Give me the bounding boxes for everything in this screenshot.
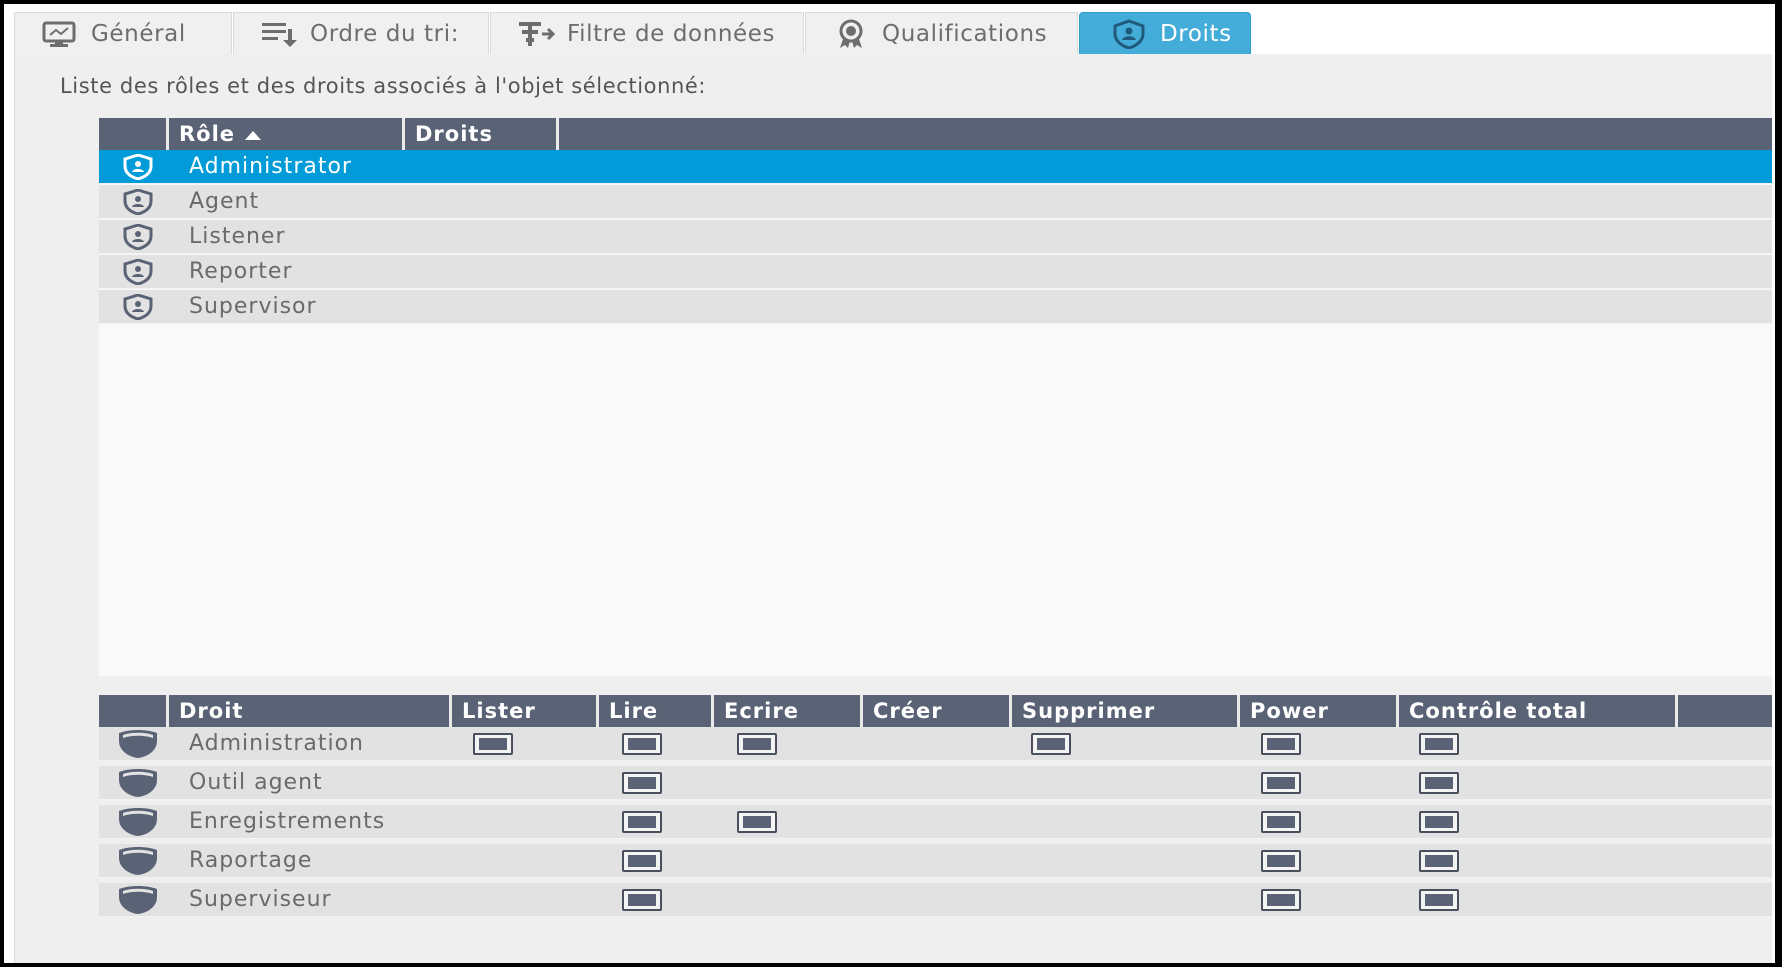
role-name: Agent (189, 189, 260, 214)
column-header-delete[interactable]: Supprimer (1012, 695, 1240, 727)
shield-icon (119, 886, 157, 914)
column-header-list[interactable]: Lister (452, 695, 599, 727)
permission-checkbox-power[interactable] (1261, 889, 1301, 911)
roles-header-icon-column (99, 118, 169, 150)
column-header-list-label: Lister (462, 699, 536, 723)
tab-general-label: Général (91, 20, 186, 47)
column-header-role[interactable]: Rôle (169, 118, 405, 150)
tab-strip: Général Ordre du tri: Filtre de données … (14, 12, 1772, 55)
right-row[interactable]: Enregistrements (99, 805, 1772, 839)
right-name: Enregistrements (189, 809, 386, 834)
permission-checkbox-controle_total[interactable] (1419, 733, 1459, 755)
tab-qualifications-label: Qualifications (882, 20, 1048, 47)
roles-table-header: Rôle Droits (99, 118, 1772, 150)
column-header-role-label: Rôle (179, 122, 236, 146)
right-name: Administration (189, 731, 364, 756)
permission-checkbox-power[interactable] (1261, 772, 1301, 794)
role-name: Supervisor (189, 294, 317, 319)
role-name: Reporter (189, 259, 293, 284)
role-row-reporter[interactable]: Reporter (99, 255, 1772, 289)
column-header-rights[interactable]: Droits (405, 118, 559, 150)
permission-checkbox-controle_total[interactable] (1419, 811, 1459, 833)
permission-checkbox-lister[interactable] (473, 733, 513, 755)
permission-checkbox-power[interactable] (1261, 733, 1301, 755)
column-header-right-label: Droit (179, 699, 244, 723)
sort-ascending-icon (245, 130, 262, 140)
right-row[interactable]: Administration (99, 727, 1772, 761)
monitor-icon (41, 20, 79, 48)
permission-checkbox-lire[interactable] (622, 889, 662, 911)
role-row-administrator[interactable]: Administrator (99, 150, 1772, 184)
permission-checkbox-ecrire[interactable] (737, 733, 777, 755)
permission-checkbox-power[interactable] (1261, 850, 1301, 872)
shield-icon (119, 847, 157, 875)
role-shield-icon (123, 189, 153, 215)
right-row[interactable]: Superviseur (99, 883, 1772, 917)
column-header-write[interactable]: Ecrire (714, 695, 863, 727)
badge-icon (832, 19, 870, 48)
right-row[interactable]: Raportage (99, 844, 1772, 878)
column-header-create-label: Créer (873, 699, 943, 723)
column-header-delete-label: Supprimer (1022, 699, 1156, 723)
roles-table: Rôle Droits Administrator Agent Listener (99, 118, 1772, 676)
role-row-listener[interactable]: Listener (99, 220, 1772, 254)
role-shield-icon (123, 294, 153, 320)
permission-checkbox-controle_total[interactable] (1419, 850, 1459, 872)
rights-table-header: Droit Lister Lire Ecrire Créer Supprimer… (99, 695, 1772, 727)
permission-checkbox-lire[interactable] (622, 772, 662, 794)
shield-icon (119, 769, 157, 797)
column-header-power-label: Power (1250, 699, 1329, 723)
column-header-read-label: Lire (609, 699, 659, 723)
permission-checkbox-lire[interactable] (622, 850, 662, 872)
tab-rights[interactable]: Droits (1079, 12, 1251, 54)
right-name: Raportage (189, 848, 313, 873)
permission-checkbox-controle_total[interactable] (1419, 772, 1459, 794)
right-row[interactable]: Outil agent (99, 766, 1772, 800)
role-shield-icon (123, 224, 153, 250)
tab-data-filter-label: Filtre de données (567, 20, 776, 47)
shield-icon (119, 730, 157, 758)
tab-data-filter[interactable]: Filtre de données (490, 12, 804, 54)
column-header-create[interactable]: Créer (863, 695, 1012, 727)
tab-rights-label: Droits (1160, 20, 1232, 47)
rights-header-icon-column (99, 695, 169, 727)
role-row-supervisor[interactable]: Supervisor (99, 290, 1772, 324)
permission-checkbox-controle_total[interactable] (1419, 889, 1459, 911)
right-name: Superviseur (189, 887, 332, 912)
permission-checkbox-power[interactable] (1261, 811, 1301, 833)
rights-table: Droit Lister Lire Ecrire Créer Supprimer… (99, 695, 1772, 917)
role-row-agent[interactable]: Agent (99, 185, 1772, 219)
frame-border (1775, 4, 1778, 963)
shield-icon (1110, 18, 1148, 49)
permission-checkbox-ecrire[interactable] (737, 811, 777, 833)
tab-sort-order-label: Ordre du tri: (310, 20, 460, 47)
sort-list-icon (260, 20, 298, 48)
role-shield-icon (123, 154, 153, 180)
column-header-full-control-label: Contrôle total (1409, 699, 1588, 723)
column-header-read[interactable]: Lire (599, 695, 714, 727)
rights-dialog: Général Ordre du tri: Filtre de données … (0, 0, 1782, 967)
role-shield-icon (123, 259, 153, 285)
filter-icon (517, 20, 555, 48)
permission-checkbox-supprimer[interactable] (1031, 733, 1071, 755)
right-name: Outil agent (189, 770, 323, 795)
column-header-right[interactable]: Droit (169, 695, 452, 727)
panel-caption: Liste des rôles et des droits associés à… (60, 74, 707, 98)
shield-icon (119, 808, 157, 836)
column-header-power[interactable]: Power (1240, 695, 1399, 727)
permission-checkbox-lire[interactable] (622, 733, 662, 755)
role-name: Listener (189, 224, 286, 249)
permission-checkbox-lire[interactable] (622, 811, 662, 833)
column-header-rights-label: Droits (415, 122, 493, 146)
column-header-full-control[interactable]: Contrôle total (1399, 695, 1678, 727)
column-header-write-label: Ecrire (724, 699, 799, 723)
rights-panel: Liste des rôles et des droits associés à… (14, 54, 1772, 963)
tab-sort-order[interactable]: Ordre du tri: (233, 12, 489, 54)
tab-general[interactable]: Général (14, 12, 232, 54)
tab-qualifications[interactable]: Qualifications (805, 12, 1078, 54)
role-name: Administrator (189, 154, 352, 179)
